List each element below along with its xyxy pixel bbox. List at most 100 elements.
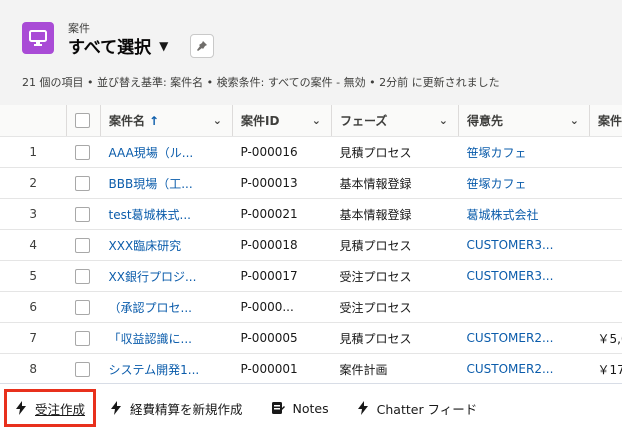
record-name-link[interactable]: test葛城株式...: [101, 206, 233, 223]
chevron-down-icon: ▼: [159, 39, 168, 53]
row-number: 7: [0, 323, 67, 354]
utility-item-notes[interactable]: Notes: [257, 391, 343, 425]
table-row: 4 XXX臨床研究 P-000018 見積プロセス CUSTOMER3...: [0, 230, 622, 261]
row-select-cell: [67, 292, 101, 323]
record-phase: 見積プロセス: [332, 237, 459, 254]
list-view-header: 案件 すべて選択 ▼ 21 個の項目 • 並び替え基準: 案件名 • 検索条件:…: [0, 0, 622, 106]
monitor-icon: [29, 30, 47, 46]
utility-item-order-create[interactable]: 受注作成: [4, 389, 96, 427]
column-header-account[interactable]: 得意先 ⌄: [459, 105, 590, 137]
record-phase: 基本情報登録: [332, 206, 459, 223]
row-number-header: [0, 105, 67, 137]
table-row: 3 test葛城株式... P-000021 基本情報登録 葛城株式会社: [0, 199, 622, 230]
record-id: P-000001: [233, 362, 332, 376]
row-number: 3: [0, 199, 67, 230]
account-link[interactable]: 葛城株式会社: [459, 206, 590, 223]
chevron-down-icon[interactable]: ⌄: [312, 114, 321, 127]
row-checkbox[interactable]: [75, 269, 90, 284]
list-view-panel: 案件 すべて選択 ▼ 21 個の項目 • 並び替え基準: 案件名 • 検索条件:…: [0, 0, 622, 383]
row-number: 6: [0, 292, 67, 323]
record-id: P-000017: [233, 269, 332, 283]
column-header-name[interactable]: 案件名 ↑ ⌄: [101, 105, 233, 137]
record-phase: 受注プロセス: [332, 299, 459, 316]
select-all-header: [67, 105, 101, 137]
list-meta-info: 21 個の項目 • 並び替え基準: 案件名 • 検索条件: すべての案件 - 無…: [22, 74, 500, 90]
account-link[interactable]: CUSTOMER3...: [459, 269, 590, 283]
row-select-cell: [67, 261, 101, 292]
row-checkbox[interactable]: [75, 238, 90, 253]
utility-item-expense-create[interactable]: 経費精算を新規作成: [96, 391, 257, 425]
column-header-phase[interactable]: フェーズ ⌄: [332, 105, 459, 137]
account-link[interactable]: 笹塚カフェ: [459, 144, 590, 161]
table-row: 8 システム開発1... P-000001 案件計画 CUSTOMER2... …: [0, 354, 622, 384]
record-id: P-000005: [233, 331, 332, 345]
record-name-link[interactable]: 「収益認識に...: [101, 330, 233, 347]
row-number: 5: [0, 261, 67, 292]
notes-icon: [271, 401, 285, 415]
chevron-down-icon[interactable]: ⌄: [570, 114, 579, 127]
row-select-cell: [67, 354, 101, 384]
record-id: P-000016: [233, 145, 332, 159]
table-row: 2 BBB現場（工... P-000013 基本情報登録 笹塚カフェ: [0, 168, 622, 199]
utility-bar: 受注作成 経費精算を新規作成 Notes Chatter フィード: [0, 383, 622, 432]
column-label: 得意先: [467, 112, 503, 129]
column-label: 案件: [598, 112, 622, 129]
row-checkbox[interactable]: [75, 362, 90, 377]
row-select-cell: [67, 199, 101, 230]
table-row: 7 「収益認識に... P-000005 見積プロセス CUSTOMER2...…: [0, 323, 622, 354]
table-row: 1 AAA現場（ル... P-000016 見積プロセス 笹塚カフェ: [0, 137, 622, 168]
account-link[interactable]: CUSTOMER2...: [459, 362, 590, 376]
record-name-link[interactable]: XX銀行プロジ...: [101, 268, 233, 285]
row-checkbox[interactable]: [75, 145, 90, 160]
column-label: フェーズ: [340, 112, 387, 129]
utility-item-label: Notes: [293, 401, 329, 416]
utility-item-label: 経費精算を新規作成: [130, 399, 243, 418]
table-row: 6 （承認プロセ... P-0000... 受注プロセス: [0, 292, 622, 323]
utility-item-chatter[interactable]: Chatter フィード: [343, 391, 492, 425]
opportunity-object-icon: [22, 22, 54, 54]
record-id: P-0000...: [233, 300, 332, 314]
record-name-link[interactable]: システム開発1...: [101, 361, 233, 378]
sort-ascending-icon: ↑: [149, 114, 159, 128]
account-link[interactable]: CUSTOMER3...: [459, 238, 590, 252]
account-link[interactable]: 笹塚カフェ: [459, 175, 590, 192]
row-select-cell: [67, 137, 101, 168]
pin-button[interactable]: [190, 34, 214, 58]
row-checkbox[interactable]: [75, 331, 90, 346]
utility-item-label: 受注作成: [35, 399, 85, 418]
pin-icon: [196, 40, 208, 52]
record-id: P-000013: [233, 176, 332, 190]
record-name-link[interactable]: AAA現場（ル...: [101, 144, 233, 161]
chevron-down-icon[interactable]: ⌄: [439, 114, 448, 127]
row-checkbox[interactable]: [75, 207, 90, 222]
records-table-wrap: 案件名 ↑ ⌄ 案件ID ⌄ フェーズ ⌄ 得意先 ⌄ 案件: [0, 105, 622, 383]
record-id: P-000021: [233, 207, 332, 221]
record-phase: 見積プロセス: [332, 330, 459, 347]
list-view-selector[interactable]: すべて選択 ▼: [68, 33, 168, 58]
chevron-down-icon[interactable]: ⌄: [213, 114, 222, 127]
column-header-amount[interactable]: 案件: [590, 105, 622, 137]
record-phase: 見積プロセス: [332, 144, 459, 161]
row-number: 1: [0, 137, 67, 168]
record-phase: 案件計画: [332, 361, 459, 378]
record-name-link[interactable]: XXX臨床研究: [101, 237, 233, 254]
account-link[interactable]: CUSTOMER2...: [459, 331, 590, 345]
record-id: P-000018: [233, 238, 332, 252]
record-name-link[interactable]: BBB現場（工...: [101, 175, 233, 192]
records-table: 案件名 ↑ ⌄ 案件ID ⌄ フェーズ ⌄ 得意先 ⌄ 案件: [0, 105, 622, 383]
column-header-id[interactable]: 案件ID ⌄: [233, 105, 332, 137]
row-number: 4: [0, 230, 67, 261]
column-label: 案件ID: [241, 112, 279, 129]
row-checkbox[interactable]: [75, 176, 90, 191]
row-checkbox[interactable]: [75, 300, 90, 315]
record-phase: 受注プロセス: [332, 268, 459, 285]
record-phase: 基本情報登録: [332, 175, 459, 192]
record-name-link[interactable]: （承認プロセ...: [101, 299, 233, 316]
row-select-cell: [67, 168, 101, 199]
row-number: 2: [0, 168, 67, 199]
select-all-checkbox[interactable]: [75, 113, 90, 128]
record-amount: ￥17,: [590, 361, 622, 378]
row-number: 8: [0, 354, 67, 384]
list-view-name: すべて選択: [68, 33, 151, 58]
column-label: 案件名: [109, 112, 145, 129]
